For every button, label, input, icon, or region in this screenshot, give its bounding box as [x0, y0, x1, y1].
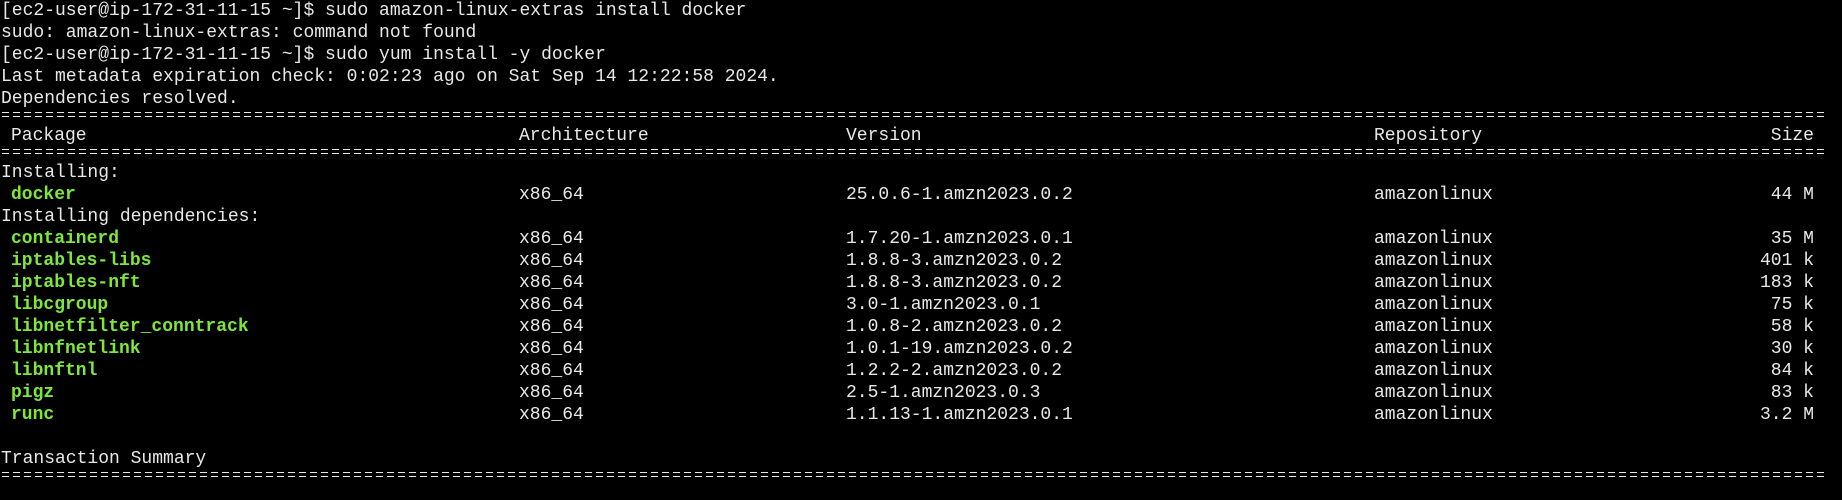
table-row: libnftnl x86_64 1.2.2-2.amzn2023.0.2 ama…	[1, 360, 1842, 382]
package-arch: x86_64	[519, 383, 584, 403]
transaction-summary-label: Transaction Summary	[1, 449, 207, 469]
package-version: 1.8.8-3.amzn2023.0.2	[846, 251, 1063, 271]
table-row: runc x86_64 1.1.13-1.amzn2023.0.1 amazon…	[1, 404, 1842, 426]
header-package: Package	[11, 126, 87, 146]
package-name: docker	[11, 185, 76, 205]
table-row: libnetfilter_conntrack x86_64 1.0.8-2.am…	[1, 316, 1842, 338]
header-architecture: Architecture	[519, 126, 649, 146]
package-arch: x86_64	[519, 229, 584, 249]
package-version: 1.1.13-1.amzn2023.0.1	[846, 405, 1073, 425]
table-row: libnfnetlink x86_64 1.0.1-19.amzn2023.0.…	[1, 338, 1842, 360]
header-repository: Repository	[1374, 126, 1483, 146]
package-version: 1.0.1-19.amzn2023.0.2	[846, 339, 1073, 359]
header-version: Version	[846, 126, 922, 146]
package-repo: amazonlinux	[1374, 405, 1493, 425]
package-name: libnetfilter_conntrack	[11, 317, 249, 337]
package-repo: amazonlinux	[1374, 361, 1493, 381]
prompt-command-line: [ec2-user@ip-172-31-11-15 ~]$ sudo amazo…	[1, 1, 747, 21]
package-version: 3.0-1.amzn2023.0.1	[846, 295, 1041, 315]
package-arch: x86_64	[519, 251, 584, 271]
header-size: Size	[1770, 126, 1814, 146]
package-size: 83 k	[1770, 383, 1814, 403]
terminal-window[interactable]: [ec2-user@ip-172-31-11-15 ~]$ sudo amazo…	[0, 0, 1842, 500]
package-repo: amazonlinux	[1374, 383, 1493, 403]
package-size: 84 k	[1770, 361, 1814, 381]
package-arch: x86_64	[519, 405, 584, 425]
package-arch: x86_64	[519, 339, 584, 359]
package-name: libcgroup	[11, 295, 109, 315]
package-name: libnftnl	[11, 361, 98, 381]
package-size: 3.2 M	[1759, 405, 1814, 425]
package-arch: x86_64	[519, 317, 584, 337]
prompt-command-line: [ec2-user@ip-172-31-11-15 ~]$ sudo yum i…	[1, 45, 606, 65]
installing-section-label: Installing:	[1, 163, 120, 183]
package-version: 1.2.2-2.amzn2023.0.2	[846, 361, 1063, 381]
dependencies-section-label: Installing dependencies:	[1, 207, 261, 227]
table-row: libcgroup x86_64 3.0-1.amzn2023.0.1 amaz…	[1, 294, 1842, 316]
package-size: 30 k	[1770, 339, 1814, 359]
package-name: pigz	[11, 383, 55, 403]
metadata-output-line: Last metadata expiration check: 0:02:23 …	[1, 67, 779, 87]
package-repo: amazonlinux	[1374, 273, 1493, 293]
package-name: iptables-nft	[11, 273, 141, 293]
table-row: iptables-libs x86_64 1.8.8-3.amzn2023.0.…	[1, 250, 1842, 272]
package-repo: amazonlinux	[1374, 229, 1493, 249]
package-repo: amazonlinux	[1374, 339, 1493, 359]
table-row: pigz x86_64 2.5-1.amzn2023.0.3 amazonlin…	[1, 382, 1842, 404]
package-version: 25.0.6-1.amzn2023.0.2	[846, 185, 1073, 205]
package-repo: amazonlinux	[1374, 317, 1493, 337]
package-version: 1.0.8-2.amzn2023.0.2	[846, 317, 1063, 337]
package-name: libnfnetlink	[11, 339, 141, 359]
package-arch: x86_64	[519, 185, 584, 205]
package-version: 1.7.20-1.amzn2023.0.1	[846, 229, 1073, 249]
table-header-row: Package Architecture Version Repository …	[1, 125, 1842, 147]
package-version: 1.8.8-3.amzn2023.0.2	[846, 273, 1063, 293]
package-size: 183 k	[1759, 273, 1814, 293]
package-repo: amazonlinux	[1374, 295, 1493, 315]
table-separator	[1, 470, 1842, 492]
package-arch: x86_64	[519, 273, 584, 293]
package-name: containerd	[11, 229, 120, 249]
error-output-line: sudo: amazon-linux-extras: command not f…	[1, 23, 477, 43]
package-version: 2.5-1.amzn2023.0.3	[846, 383, 1041, 403]
package-size: 35 M	[1770, 229, 1814, 249]
package-arch: x86_64	[519, 295, 584, 315]
package-size: 75 k	[1770, 295, 1814, 315]
package-name: runc	[11, 405, 55, 425]
package-size: 44 M	[1770, 185, 1814, 205]
dependencies-resolved-line: Dependencies resolved.	[1, 89, 239, 109]
table-row: containerd x86_64 1.7.20-1.amzn2023.0.1 …	[1, 228, 1842, 250]
package-name: iptables-libs	[11, 251, 152, 271]
package-repo: amazonlinux	[1374, 185, 1493, 205]
package-size: 401 k	[1759, 251, 1814, 271]
package-size: 58 k	[1770, 317, 1814, 337]
package-arch: x86_64	[519, 361, 584, 381]
table-row: docker x86_64 25.0.6-1.amzn2023.0.2 amaz…	[1, 184, 1842, 206]
package-repo: amazonlinux	[1374, 251, 1493, 271]
table-row: iptables-nft x86_64 1.8.8-3.amzn2023.0.2…	[1, 272, 1842, 294]
